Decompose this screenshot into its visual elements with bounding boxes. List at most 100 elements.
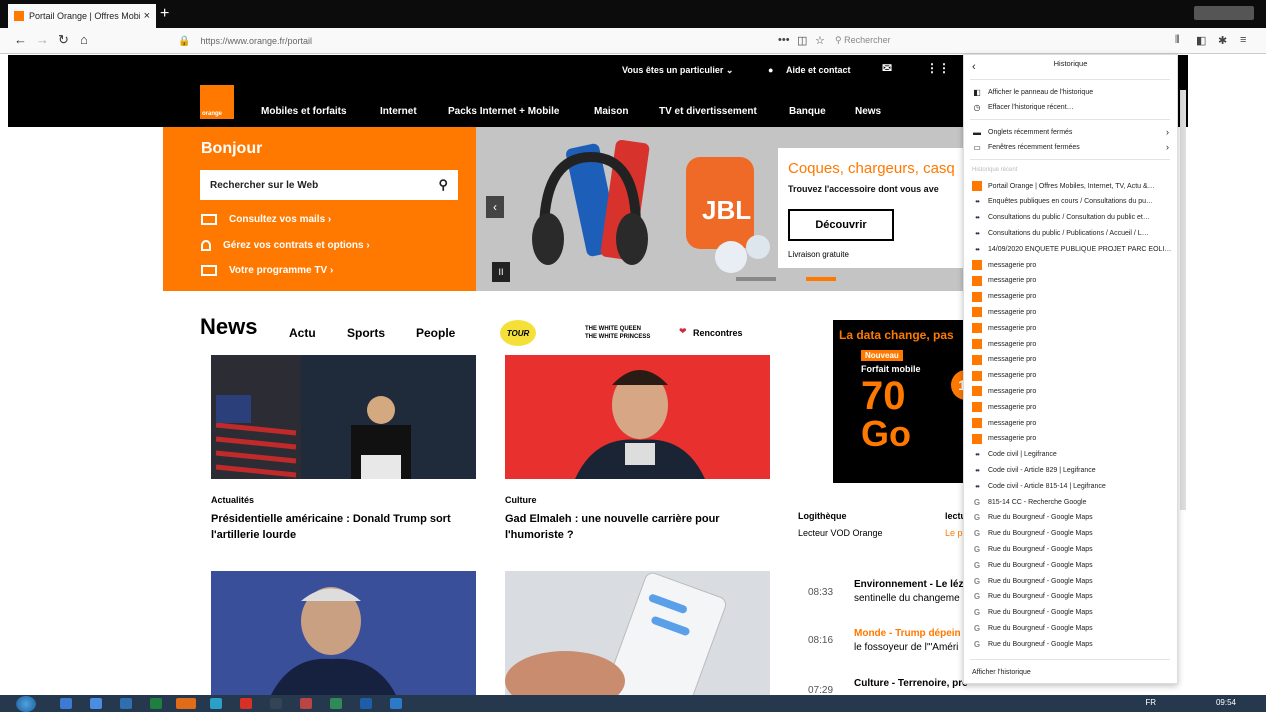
show-history-panel[interactable]: ◧ Afficher le panneau de l'historique — [972, 85, 1172, 99]
history-entry[interactable]: G Rue du Bourgneuf - Google Maps — [972, 621, 1172, 635]
history-entry[interactable]: Consultations du public / Publications /… — [972, 226, 1172, 240]
history-entry[interactable]: G Rue du Bourgneuf - Google Maps — [972, 606, 1172, 620]
card-title[interactable]: Présidentielle américaine : Donald Trump… — [211, 511, 471, 543]
page-scrollbar[interactable] — [1180, 90, 1186, 510]
media-icon[interactable] — [120, 698, 132, 709]
history-entry[interactable]: messagerie pro — [972, 274, 1172, 288]
browser-tab[interactable]: Portail Orange | Offres Mobile × — [8, 4, 156, 28]
nav-mobiles[interactable]: Mobiles et forfaits — [261, 106, 347, 117]
history-entry[interactable]: G 815-14 CC - Recherche Google — [972, 495, 1172, 509]
tour-logo[interactable]: TOUR — [500, 320, 536, 346]
search-box[interactable]: ⚲ Rechercher — [835, 35, 891, 46]
history-entry[interactable]: G Rue du Bourgneuf - Google Maps — [972, 590, 1172, 604]
history-entry[interactable]: G Rue du Bourgneuf - Google Maps — [972, 527, 1172, 541]
nav-maison[interactable]: Maison — [594, 106, 628, 117]
carousel-prev-button[interactable]: ‹ — [486, 196, 504, 218]
app-icon[interactable] — [390, 698, 402, 709]
recently-closed-windows[interactable]: ▭ Fenêtres récemment fermées — [972, 140, 1172, 154]
history-entry[interactable]: messagerie pro — [972, 369, 1172, 383]
history-entry[interactable]: messagerie pro — [972, 321, 1172, 335]
news-tab-actu[interactable]: Actu — [289, 326, 316, 340]
nav-packs[interactable]: Packs Internet + Mobile — [448, 106, 559, 117]
orange-logo[interactable]: orange — [200, 85, 234, 119]
news-tab-sports[interactable]: Sports — [347, 326, 385, 340]
news-tab-people[interactable]: People — [416, 326, 455, 340]
history-entry[interactable]: Portail Orange | Offres Mobiles, Interne… — [972, 179, 1172, 193]
feed-item[interactable]: Culture - Terrenoire, pré — [854, 677, 968, 691]
pocket-icon[interactable]: ◫ — [797, 34, 807, 47]
mail-link[interactable]: Consultez vos mails › — [201, 214, 331, 225]
firefox-icon[interactable] — [176, 698, 196, 709]
card-title[interactable]: Gad Elmaleh : une nouvelle carrière pour… — [505, 511, 770, 543]
app-icon[interactable] — [270, 698, 282, 709]
history-entry[interactable]: messagerie pro — [972, 305, 1172, 319]
history-entry[interactable]: messagerie pro — [972, 432, 1172, 446]
history-entry[interactable]: messagerie pro — [972, 290, 1172, 304]
system-clock[interactable]: 09:54 — [1216, 698, 1236, 707]
contracts-link[interactable]: Gérez vos contrats et options › — [201, 240, 370, 251]
carousel-pause-button[interactable]: II — [492, 262, 510, 282]
window-controls[interactable] — [1194, 6, 1254, 20]
bookmark-star-icon[interactable]: ☆ — [815, 34, 825, 47]
word-icon[interactable] — [360, 698, 372, 709]
lecture-item[interactable]: Le p — [945, 528, 963, 538]
nav-news[interactable]: News — [855, 106, 881, 117]
help-link[interactable]: Aide et contact — [786, 65, 851, 75]
gad-elmaleh-photo[interactable] — [505, 355, 770, 479]
logitheque-item[interactable]: Lecteur VOD Orange — [798, 528, 883, 538]
home-icon[interactable]: ⌂ — [80, 32, 88, 47]
nav-tv[interactable]: TV et divertissement — [659, 106, 757, 117]
start-button[interactable] — [16, 696, 36, 712]
white-queen-tab[interactable]: THE WHITE QUEEN THE WHITE PRINCESS — [585, 325, 651, 341]
back-chevron-icon[interactable]: ‹ — [972, 61, 976, 73]
menu-icon[interactable]: ≡ — [1240, 34, 1246, 46]
reload-icon[interactable]: ↻ — [58, 32, 69, 48]
history-entry[interactable]: Enquêtes publiques en cours / Consultati… — [972, 195, 1172, 209]
history-entry[interactable]: messagerie pro — [972, 416, 1172, 430]
history-entry[interactable]: Code civil - Article 829 | Legifrance — [972, 463, 1172, 477]
football-coach-photo[interactable] — [211, 571, 476, 695]
extension-icon[interactable]: ✱ — [1218, 34, 1227, 47]
history-entry[interactable]: G Rue du Bourgneuf - Google Maps — [972, 511, 1172, 525]
history-entry[interactable]: messagerie pro — [972, 384, 1172, 398]
history-entry[interactable]: Code civil | Legifrance — [972, 448, 1172, 462]
trump-photo[interactable] — [211, 355, 476, 479]
chrome-icon[interactable] — [240, 698, 252, 709]
show-all-history[interactable]: Afficher l'historique — [972, 665, 1172, 679]
explorer-icon[interactable] — [90, 698, 102, 709]
nav-internet[interactable]: Internet — [380, 106, 417, 117]
app-icon[interactable] — [300, 698, 312, 709]
nav-banque[interactable]: Banque — [789, 106, 826, 117]
smartphone-photo[interactable] — [505, 571, 770, 695]
feed-item[interactable]: Environnement - Le léz sentinelle du cha… — [854, 578, 963, 606]
mail-icon[interactable]: ✉ — [882, 61, 892, 75]
history-entry[interactable]: Consultations du public / Consultation d… — [972, 211, 1172, 225]
feed-item[interactable]: Monde - Trump dépein le fossoyeur de l'"… — [854, 627, 961, 655]
ie-icon[interactable] — [60, 698, 72, 709]
web-search-input[interactable]: Rechercher sur le Web ⚲ — [200, 170, 458, 200]
particulier-selector[interactable]: Vous êtes un particulier ⌄ — [622, 65, 733, 76]
excel-icon[interactable] — [330, 698, 342, 709]
tv-program-link[interactable]: Votre programme TV › — [201, 265, 333, 276]
news-tab-rencontres[interactable]: Rencontres — [693, 328, 743, 338]
sidebar-icon[interactable]: ◧ — [1196, 34, 1206, 47]
clear-recent-history[interactable]: ◷ Effacer l'historique récent… — [972, 100, 1172, 114]
search-icon[interactable]: ⚲ — [438, 177, 448, 193]
history-entry[interactable]: G Rue du Bourgneuf - Google Maps — [972, 637, 1172, 651]
history-entry[interactable]: 14/09/2020 ENQUETE PUBLIQUE PROJET PARC … — [972, 242, 1172, 256]
history-entry[interactable]: messagerie pro — [972, 258, 1172, 272]
discover-button[interactable]: Découvrir — [788, 209, 894, 241]
history-entry[interactable]: messagerie pro — [972, 353, 1172, 367]
back-arrow-icon[interactable]: ← — [14, 32, 27, 47]
history-entry[interactable]: G Rue du Bourgneuf - Google Maps — [972, 558, 1172, 572]
data-offer-ad[interactable]: La data change, pas Nouveau Forfait mobi… — [833, 320, 981, 483]
page-actions-icon[interactable]: ••• — [778, 34, 790, 46]
app-icon[interactable] — [210, 698, 222, 709]
close-tab-icon[interactable]: × — [144, 10, 150, 22]
history-entry[interactable]: messagerie pro — [972, 400, 1172, 414]
recently-closed-tabs[interactable]: ▬ Onglets récemment fermés — [972, 125, 1172, 139]
apps-grid-icon[interactable]: ⋮⋮ — [926, 61, 950, 75]
language-indicator[interactable]: FR — [1145, 698, 1156, 707]
history-entry[interactable]: G Rue du Bourgneuf - Google Maps — [972, 574, 1172, 588]
history-entry[interactable]: Code civil - Article 815-14 | Legifrance — [972, 479, 1172, 493]
